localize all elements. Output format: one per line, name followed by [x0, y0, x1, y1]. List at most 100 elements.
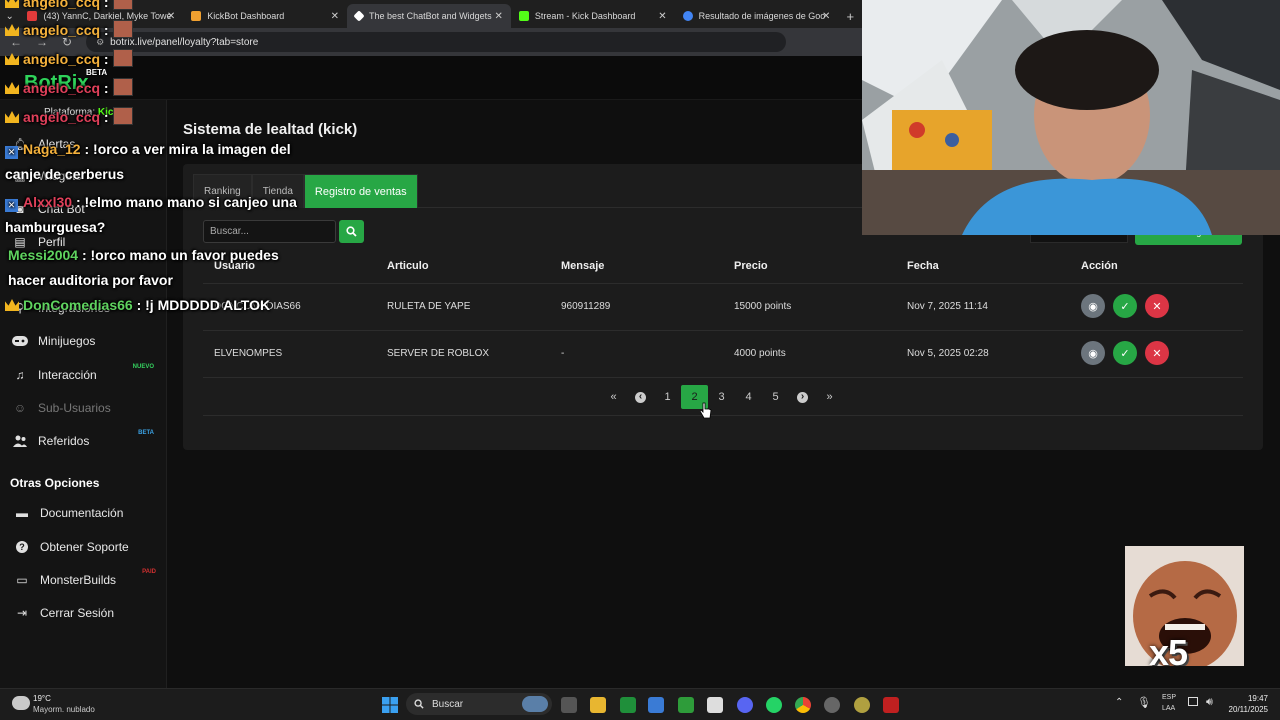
chat-text: :	[103, 22, 109, 38]
first-page-button[interactable]: «	[600, 385, 627, 409]
reject-button[interactable]: ✕	[1145, 294, 1169, 318]
last-page-button[interactable]: »	[816, 385, 843, 409]
game-icon[interactable]	[883, 697, 899, 713]
sidebar-item-label: Referidos	[38, 434, 90, 448]
site-info-icon[interactable]: ⚙	[96, 37, 104, 48]
view-button[interactable]: ◉	[1081, 294, 1105, 318]
chat-text-continued: canje de cerberus	[5, 166, 125, 182]
page-button[interactable]: 3	[708, 385, 735, 409]
chat-message: angelo_ccq :	[5, 78, 133, 96]
sidebar-item-interaccion[interactable]: ♫ Interacción NUEVO	[12, 364, 162, 382]
emote-multiplier: x5	[1149, 632, 1188, 666]
clock-date[interactable]: 20/11/2025	[1226, 705, 1268, 714]
cell-precio: 4000 points	[734, 348, 786, 359]
users-icon: ☺	[13, 401, 27, 415]
cell-usuario: ELVENOMPES	[214, 348, 283, 359]
language-indicator[interactable]: ESP	[1162, 694, 1176, 701]
chat-username: DonComedias66	[23, 297, 133, 313]
monitor-icon: ▭	[16, 573, 28, 587]
url-field[interactable]: ⚙ botrix.live/panel/loyalty?tab=store	[86, 32, 787, 52]
chevron-left-icon: ‹	[635, 391, 646, 403]
obs-icon[interactable]	[824, 697, 840, 713]
chevron-up-icon[interactable]: ⌃	[1115, 697, 1123, 708]
sidebar-item-label: Documentación	[40, 506, 124, 520]
close-tab-icon[interactable]: ✕	[331, 11, 339, 22]
store-icon[interactable]	[648, 697, 664, 713]
emote-overlay: x5	[1125, 546, 1244, 666]
volume-icon[interactable]: 🔊︎	[1206, 696, 1213, 709]
sidebar-item-cerrar-sesion[interactable]: ⇥ Cerrar Sesión	[14, 606, 164, 620]
close-tab-icon[interactable]: ✕	[822, 11, 830, 22]
column-header-articulo: Articulo	[387, 260, 429, 272]
new-tab-button[interactable]: +	[838, 4, 862, 28]
chat-text: : !elmo mano mano si canjeo una	[75, 194, 297, 210]
crown-icon	[5, 24, 19, 36]
whatsapp-icon[interactable]	[766, 697, 782, 713]
row-divider	[203, 330, 1243, 331]
taskbar-search[interactable]: Buscar	[406, 693, 552, 715]
minecraft-icon[interactable]	[678, 697, 694, 713]
sidebar: Plataforma: Kick 🔔︎ Alertas ▦ Widgets ◙ Cha…	[0, 100, 167, 688]
cell-articulo: SERVER DE ROBLOX	[387, 348, 490, 359]
chat-username: angelo_ccq	[23, 109, 101, 125]
approve-button[interactable]: ✓	[1113, 294, 1137, 318]
page-button[interactable]: 4	[735, 385, 762, 409]
browser-tab[interactable]: Stream - Kick Dashboard ✕	[511, 4, 675, 28]
page-button[interactable]: 5	[762, 385, 789, 409]
prev-page-button[interactable]: ‹	[627, 385, 654, 409]
weather-desc[interactable]: Mayorm. nublado	[33, 705, 95, 714]
chat-text-continued: hamburguesa?	[5, 219, 106, 235]
sidebar-item-monsterbuilds[interactable]: ▭ MonsterBuilds PAID	[14, 569, 164, 587]
close-tab-icon[interactable]: ✕	[494, 11, 502, 22]
windows-start-icon[interactable]	[382, 697, 398, 718]
beta-badge: BETA	[138, 430, 154, 436]
close-tab-icon[interactable]: ✕	[658, 11, 666, 22]
sidebar-item-label: Cerrar Sesión	[40, 606, 115, 620]
view-button[interactable]: ◉	[1081, 341, 1105, 365]
paid-badge: PAID	[142, 569, 156, 575]
sidebar-item-documentacion[interactable]: ▬ Documentación	[14, 506, 164, 520]
chat-username: Alxxl30	[23, 194, 73, 210]
pager-divider	[203, 415, 1243, 416]
sidebar-item-referidos[interactable]: Referidos BETA	[12, 430, 162, 448]
search-highlight-icon	[522, 696, 548, 712]
taskbar: 19°C Mayorm. nublado ⌃ 🎙︎ ESP LAA 🔊︎ 19:…	[0, 688, 1280, 720]
browser-tab-active[interactable]: The best ChatBot and Widgets ✕	[347, 4, 511, 28]
chat-avatar	[112, 20, 133, 38]
kick-favicon-icon	[518, 11, 529, 21]
crown-icon	[5, 299, 19, 311]
reject-button[interactable]: ✕	[1145, 341, 1169, 365]
clock-time[interactable]: 19:47	[1232, 694, 1268, 703]
sidebar-item-subusuarios[interactable]: ☺ Sub-Usuarios	[12, 401, 162, 415]
question-icon: ?	[14, 540, 30, 554]
app-icon[interactable]	[854, 697, 870, 713]
weather-temp[interactable]: 19°C	[33, 694, 51, 703]
sidebar-item-minijuegos[interactable]: Minijuegos	[12, 334, 162, 348]
mouse-cursor-icon	[700, 402, 712, 419]
chat-text: :	[103, 51, 109, 67]
chat-message: ✕ Naga_12 : !orco a ver mira la imagen de…	[5, 137, 291, 187]
xbox-icon[interactable]	[620, 697, 636, 713]
sidebar-item-soporte[interactable]: ? Obtener Soporte	[14, 540, 164, 554]
browser-tab[interactable]: Resultado de imágenes de Goo ✕	[675, 4, 839, 28]
approve-button[interactable]: ✓	[1113, 341, 1137, 365]
tab-label: The best ChatBot and Widgets	[369, 11, 492, 21]
chat-text: : !orco a ver mira la imagen del	[84, 141, 291, 157]
notes-icon[interactable]	[707, 697, 723, 713]
microphone-icon[interactable]: 🎙︎	[1137, 696, 1151, 709]
network-icon[interactable]	[1188, 697, 1198, 706]
row-divider	[203, 377, 1243, 378]
file-explorer-icon[interactable]	[590, 697, 606, 713]
close-tab-icon[interactable]: ✕	[167, 11, 175, 22]
discord-icon[interactable]	[737, 697, 753, 713]
cell-fecha: Nov 7, 2025 11:14	[907, 301, 988, 312]
browser-tab[interactable]: KickBot Dashboard ✕	[183, 4, 347, 28]
tab-registro-ventas[interactable]: Registro de ventas	[303, 174, 418, 208]
page-button[interactable]: 1	[654, 385, 681, 409]
chat-avatar	[112, 78, 133, 96]
next-page-button[interactable]: ›	[789, 385, 816, 409]
task-view-icon[interactable]	[561, 697, 577, 713]
search-button[interactable]	[339, 220, 364, 243]
chrome-icon[interactable]	[795, 697, 811, 713]
chat-text: : !orco mano un favor puedes	[81, 247, 279, 263]
